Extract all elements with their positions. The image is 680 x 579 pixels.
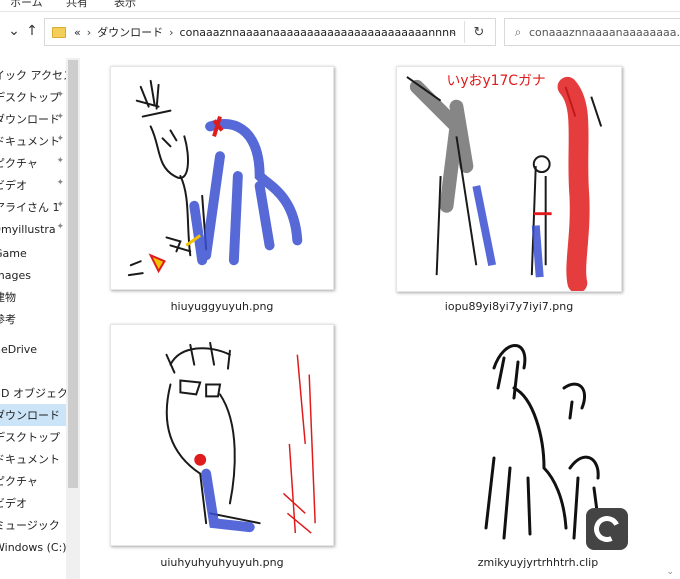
file-view: hiuyuggyuyuh.png いyおy17Cガナ iopu89yi8yi7y… <box>80 58 680 579</box>
nav-item-20[interactable]: ビデオ <box>0 492 66 514</box>
nav-item-label: ビデオ <box>0 497 27 510</box>
drawing-horse-blue <box>127 79 303 277</box>
nav-item-12[interactable]: 参考 <box>0 308 66 330</box>
nav-item-4[interactable]: ドキュメント ✦ <box>0 130 66 152</box>
nav-item-label: アライさん 1 <box>0 201 60 214</box>
nav-item-11[interactable]: 建物 <box>0 286 66 308</box>
nav-item-3[interactable]: ダウンロード ✦ <box>0 108 66 130</box>
address-dropdown-icon[interactable]: ⌄ <box>449 27 457 37</box>
drawing-figures-gray-red: いyおy17Cガナ <box>406 73 603 291</box>
address-bar[interactable]: « › ダウンロード › conaaaznnaaaanaaaaaaaaaaaaa… <box>44 18 496 46</box>
recent-locations-chevron-icon[interactable]: ⌄ <box>4 20 24 42</box>
nav-item-label: ダウンロード <box>0 409 60 422</box>
nav-item-label: ドキュメント <box>0 135 60 148</box>
breadcrumb-chevron-icon[interactable]: › <box>87 26 91 39</box>
nav-item-16[interactable]: ダウンロード <box>0 404 66 426</box>
nav-item-9[interactable]: Game <box>0 242 66 264</box>
nav-item-18[interactable]: ドキュメント <box>0 448 66 470</box>
pin-icon[interactable]: ✦ <box>56 112 64 122</box>
nav-item-label: ミュージック <box>0 519 60 532</box>
nav-item-8[interactable]: 0myillustra ✦ <box>0 218 66 240</box>
file-thumbnail-2[interactable]: いyおy17Cガナ <box>396 66 622 292</box>
nav-item-7[interactable]: アライさん 1 ✦ <box>0 196 66 218</box>
nav-item-label: neDrive <box>0 342 38 356</box>
file-thumbnail-1[interactable] <box>110 66 334 290</box>
drawing-face-blue <box>165 341 316 534</box>
pin-icon[interactable]: ✦ <box>56 200 64 210</box>
folder-icon <box>52 26 66 38</box>
nav-item-label: ピクチャ <box>0 475 38 488</box>
pin-icon[interactable]: ✦ <box>56 134 64 144</box>
file-name-2[interactable]: iopu89yi8yi7y7iyi7.png <box>396 300 622 313</box>
nav-item-21[interactable]: ミュージック <box>0 514 66 536</box>
nav-item-label: mages <box>0 268 31 282</box>
nav-item-13[interactable]: neDrive <box>0 338 66 360</box>
nav-item-label: 建物 <box>0 291 16 304</box>
pin-icon[interactable]: ✦ <box>56 178 64 188</box>
pin-icon[interactable]: ✦ <box>56 156 64 166</box>
nav-item-label: ドキュメント <box>0 453 60 466</box>
nav-item-17[interactable]: デスクトップ <box>0 426 66 448</box>
thumbnail-scribble-text: いyおy17Cガナ <box>447 73 546 89</box>
nav-item-label: Game <box>0 246 27 260</box>
nav-item-14[interactable]: t <box>0 360 66 382</box>
search-icon: ⌕ <box>514 24 522 39</box>
nav-item-15[interactable]: 3D オブジェクト <box>0 382 70 404</box>
file-name-1[interactable]: hiuyuggyuyuh.png <box>110 300 334 313</box>
nav-item-2[interactable]: デスクトップ ✦ <box>0 86 66 108</box>
nav-item-label: ビデオ <box>0 179 27 192</box>
nav-item-label: Windows (C:) <box>0 540 67 554</box>
breadcrumb-downloads[interactable]: ダウンロード <box>97 24 163 40</box>
file-name-3[interactable]: uiuhyuhyuhyuyuh.png <box>110 556 334 569</box>
nav-item-label: ピクチャ <box>0 157 38 170</box>
ribbon-tabs: ホーム 共有 表示 <box>0 0 680 12</box>
address-row: ⌄ ↑ « › ダウンロード › conaaaznnaaaanaaaaaaaaa… <box>0 14 680 50</box>
clip-studio-badge-icon <box>586 508 628 550</box>
nav-item-19[interactable]: ピクチャ <box>0 470 66 492</box>
nav-item-6[interactable]: ビデオ ✦ <box>0 174 66 196</box>
nav-item-22[interactable]: Windows (C:) <box>0 536 67 558</box>
breadcrumb-chevron-icon[interactable]: › <box>169 26 173 39</box>
nav-item-label: ダウンロード <box>0 113 60 126</box>
view-corner-icon: ⌄ <box>666 567 674 577</box>
search-placeholder: conaaaznnaaaanaaaaaaaa... <box>528 25 680 39</box>
nav-item-1[interactable]: イック アクセス <box>0 64 70 86</box>
file-thumbnail-3[interactable] <box>110 324 334 546</box>
pin-icon[interactable]: ✦ <box>56 90 64 100</box>
nav-item-label: デスクトップ <box>0 91 60 104</box>
navigation-pane: イック アクセスデスクトップ✦ダウンロード✦ドキュメント✦ピクチャ✦ビデオ✦アラ… <box>0 58 70 579</box>
nav-item-label: 3D オブジェクト <box>0 387 70 400</box>
nav-item-label: 参考 <box>0 313 16 326</box>
nav-item-label: イック アクセス <box>0 69 70 82</box>
refresh-icon[interactable]: ↻ <box>469 23 489 41</box>
up-arrow-icon[interactable]: ↑ <box>22 20 42 42</box>
nav-item-5[interactable]: ピクチャ ✦ <box>0 152 66 174</box>
breadcrumb-current-folder[interactable]: conaaaznnaaaanaaaaaaaaaaaaaaaaaaaaaaannn… <box>180 26 457 39</box>
nav-item-label: デスクトップ <box>0 431 60 444</box>
nav-item-10[interactable]: mages <box>0 264 66 286</box>
pin-icon[interactable]: ✦ <box>56 222 64 232</box>
tab-view[interactable]: 表示 <box>114 0 136 10</box>
tab-home[interactable]: ホーム <box>10 0 43 10</box>
address-divider <box>464 21 465 43</box>
file-name-4[interactable]: zmikyuyjyrtrhhtrh.clip <box>440 556 636 569</box>
nav-scrollbar-thumb[interactable] <box>68 60 78 488</box>
clip-studio-logo-icon <box>590 512 624 546</box>
tab-share[interactable]: 共有 <box>66 0 88 10</box>
nav-item-label: 0myillustra <box>0 222 56 236</box>
search-box[interactable]: ⌕ conaaaznnaaaanaaaaaaaa... <box>504 18 680 46</box>
file-thumbnail-4[interactable] <box>474 328 630 550</box>
breadcrumb-overflow[interactable]: « <box>74 26 81 39</box>
